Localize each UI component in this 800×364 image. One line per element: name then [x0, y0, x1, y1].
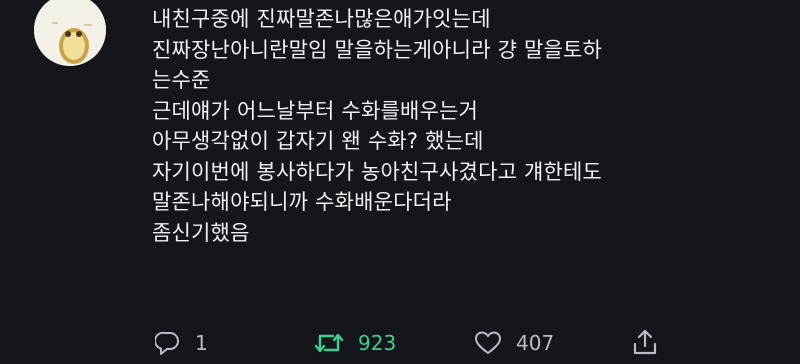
tweet-line: 아무생각없이 갑자기 왠 수화? 했는데: [152, 129, 484, 153]
share-button[interactable]: [632, 328, 658, 356]
retweet-count: 923: [358, 331, 397, 355]
tweet-line: 내친구중에 진짜말존나많은애가잇는데: [152, 7, 491, 31]
avatar-illustration: [34, 0, 106, 66]
share-icon: [632, 328, 658, 356]
tweet-line: 자기이번에 봉사하다가 농아친구사겼다고 걔한테도: [152, 159, 603, 184]
tweet-line: 진짜장난아니란말임 말을하는게아니라 걍 말을토하: [152, 37, 603, 62]
tweet-line: 는수준: [152, 68, 211, 92]
retweet-icon: [314, 330, 344, 356]
tweet-text: 내친구중에 진짜말존나많은애가잇는데 진짜장난아니란말임 말을하는게아니라 걍 …: [152, 4, 782, 248]
tweet-actions: 1 923 407: [0, 322, 800, 364]
reply-button[interactable]: 1: [155, 330, 208, 356]
reply-icon: [155, 330, 181, 356]
tweet-line: 근데얘가 어느날부터 수화를배우는거: [152, 98, 479, 123]
like-count: 407: [516, 331, 555, 355]
tweet-line: 말존나해야되니까 수화배운다더라: [152, 190, 452, 214]
retweet-button[interactable]: 923: [314, 330, 396, 356]
like-button[interactable]: 407: [474, 330, 554, 356]
reply-count: 1: [195, 331, 208, 355]
avatar[interactable]: [34, 0, 106, 66]
heart-icon: [474, 330, 502, 356]
tweet-line: 좀신기했음: [152, 220, 250, 245]
